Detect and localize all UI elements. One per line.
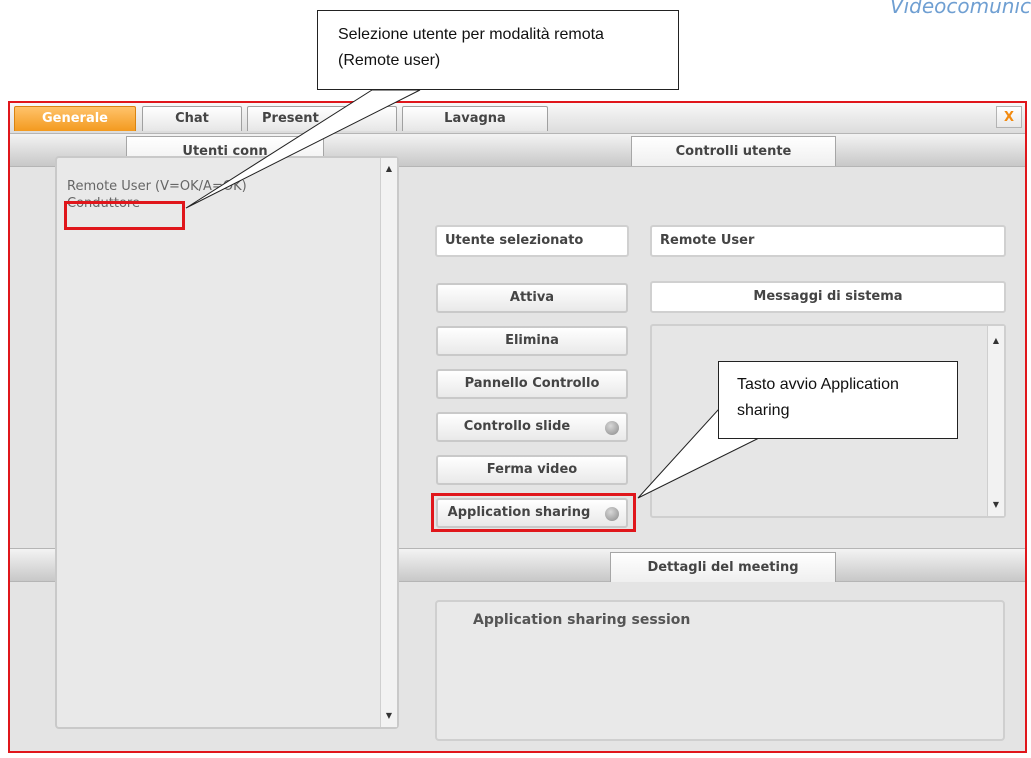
scroll-up-icon[interactable]: ▲ bbox=[384, 164, 394, 174]
tab-dettagli-meeting[interactable]: Dettagli del meeting bbox=[610, 552, 836, 582]
tab-controlli-utente[interactable]: Controlli utente bbox=[631, 136, 836, 166]
status-dot-icon bbox=[605, 421, 619, 435]
scroll-down-icon[interactable]: ▼ bbox=[384, 711, 394, 721]
list-item-remote-user[interactable]: Remote User (V=OK/A=OK) bbox=[67, 179, 247, 194]
highlight-application-sharing bbox=[431, 493, 636, 532]
brand-header-text: Videocomunic bbox=[889, 0, 1031, 18]
meeting-details-panel: Application sharing session bbox=[435, 600, 1005, 741]
tab-presentazione[interactable]: Present bbox=[247, 106, 397, 131]
controllo-slide-label: Controllo slide bbox=[463, 419, 571, 434]
scroll-down-icon[interactable]: ▼ bbox=[991, 500, 1001, 510]
elimina-button[interactable]: Elimina bbox=[436, 326, 628, 356]
pannello-controllo-button[interactable]: Pannello Controllo bbox=[436, 369, 628, 399]
user-list: Remote User (V=OK/A=OK) Conduttore ▲ ▼ bbox=[55, 156, 399, 729]
highlight-remote-user bbox=[64, 201, 185, 230]
tab-chat[interactable]: Chat bbox=[142, 106, 242, 131]
selected-user-label: Utente selezionato bbox=[435, 225, 629, 257]
system-messages-label: Messaggi di sistema bbox=[650, 281, 1006, 313]
close-button[interactable]: X bbox=[996, 106, 1022, 128]
selected-user-field[interactable]: Remote User bbox=[650, 225, 1006, 257]
messages-scrollbar[interactable]: ▲ ▼ bbox=[987, 326, 1004, 516]
callout-user-selection: Selezione utente per modalità remota (Re… bbox=[317, 10, 679, 90]
tab-lavagna[interactable]: Lavagna bbox=[402, 106, 548, 131]
scroll-up-icon[interactable]: ▲ bbox=[991, 336, 1001, 346]
attiva-button[interactable]: Attiva bbox=[436, 283, 628, 313]
ferma-video-button[interactable]: Ferma video bbox=[436, 455, 628, 485]
callout-app-sharing: Tasto avvio Application sharing bbox=[718, 361, 958, 439]
tab-generale[interactable]: Generale bbox=[14, 106, 136, 131]
tab-bar: Generale Chat Present Lavagna X bbox=[10, 103, 1025, 134]
meeting-details-text: Application sharing session bbox=[473, 612, 691, 628]
user-list-scrollbar[interactable]: ▲ ▼ bbox=[380, 158, 397, 727]
controllo-slide-button[interactable]: Controllo slide bbox=[436, 412, 628, 442]
